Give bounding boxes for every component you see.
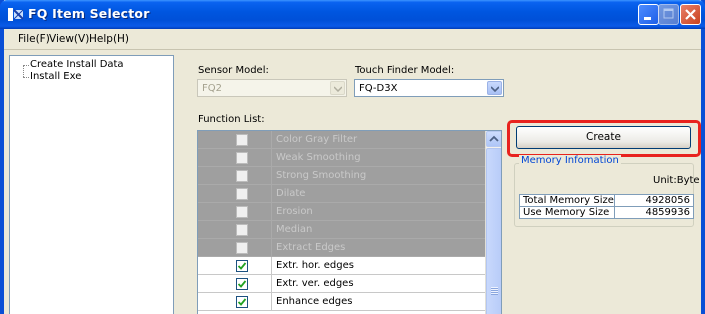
tree-connector (23, 65, 29, 66)
function-checkbox[interactable] (236, 260, 248, 272)
memory-info-title: Memory Infomation (519, 155, 621, 166)
function-row: Color Gray Filter (198, 131, 485, 149)
function-name: Erosion (276, 206, 313, 217)
touch-finder-model-value: FQ-D3X (359, 83, 398, 94)
dropdown-arrow-icon (330, 81, 345, 95)
menu-bar: File(F) View(V) Help(H) (4, 29, 701, 50)
function-checkbox-cell (198, 167, 272, 185)
function-row: Dilate (198, 185, 485, 203)
window-title: FQ Item Selector (28, 6, 150, 21)
function-checkbox (236, 152, 248, 164)
function-row: Strong Smoothing (198, 167, 485, 185)
function-checkbox[interactable] (236, 296, 248, 308)
title-bar[interactable]: FQ Item Selector (0, 0, 705, 29)
function-checkbox[interactable] (236, 278, 248, 290)
function-checkbox (236, 188, 248, 200)
function-checkbox-cell (198, 239, 272, 257)
function-name: Extr. hor. edges (276, 260, 354, 271)
function-name: Strong Smoothing (276, 170, 367, 181)
function-name: Dilate (276, 188, 306, 199)
create-button[interactable]: Create (516, 126, 691, 149)
function-row: Median (198, 221, 485, 239)
function-checkbox-cell (198, 149, 272, 167)
function-checkbox-cell (198, 257, 272, 275)
tree-connector (23, 65, 24, 77)
memory-table: Total Memory Size 4928056 Use Memory Siz… (519, 194, 694, 219)
function-checkbox (236, 206, 248, 218)
function-name: Median (276, 224, 313, 235)
function-name: Weak Smoothing (276, 152, 361, 163)
function-name: Extr. ver. edges (276, 278, 354, 289)
function-row: Extract Edges (198, 239, 485, 257)
navigation-tree: Create Install Data Install Exe (9, 55, 174, 314)
minimize-button[interactable] (638, 4, 659, 25)
tree-connector (23, 77, 29, 78)
tree-item-create-install-data[interactable]: Create Install Data (30, 59, 124, 70)
menu-file[interactable]: File(F) (18, 33, 50, 45)
sensor-model-value: FQ2 (202, 83, 222, 94)
function-checkbox-cell (198, 203, 272, 221)
use-memory-value: 4859936 (615, 206, 694, 219)
chevron-up-icon (489, 135, 499, 142)
close-button[interactable] (680, 4, 701, 25)
tree-item-install-exe[interactable]: Install Exe (30, 71, 81, 82)
function-checkbox (236, 134, 248, 146)
touch-finder-model-label: Touch Finder Model: (355, 65, 455, 76)
scroll-thumb[interactable] (486, 148, 501, 314)
touch-finder-model-select[interactable]: FQ-D3X (354, 79, 504, 97)
function-name: Enhance edges (276, 296, 353, 307)
function-checkbox-cell (198, 221, 272, 239)
function-name: Extract Edges (276, 242, 346, 253)
sensor-model-select[interactable]: FQ2 (197, 79, 347, 97)
menu-help[interactable]: Help(H) (89, 33, 129, 45)
memory-unit: Unit:Byte (653, 175, 700, 186)
function-checkbox-cell (198, 275, 272, 293)
scroll-grip (491, 287, 498, 295)
function-row: Weak Smoothing (198, 149, 485, 167)
function-checkbox-cell (198, 131, 272, 149)
checkmark-icon (237, 262, 247, 270)
memory-row-total: Total Memory Size 4928056 (519, 194, 694, 207)
function-checkbox (236, 170, 248, 182)
memory-row-use: Use Memory Size 4859936 (519, 206, 694, 219)
scroll-up-button[interactable] (486, 131, 501, 147)
checkmark-icon (237, 298, 247, 306)
minimize-icon (644, 17, 651, 20)
app-icon (8, 8, 24, 21)
sensor-model-label: Sensor Model: (198, 65, 269, 76)
maximize-button[interactable] (658, 4, 679, 25)
function-checkbox-cell (198, 293, 272, 311)
vertical-scrollbar[interactable] (485, 131, 501, 314)
close-icon (685, 9, 696, 20)
menu-view[interactable]: View(V) (49, 33, 89, 45)
function-list-label: Function List: (198, 114, 265, 125)
function-row: Erosion (198, 203, 485, 221)
maximize-icon (663, 8, 674, 19)
dropdown-arrow-icon[interactable] (487, 81, 502, 95)
checkmark-icon (237, 280, 247, 288)
function-checkbox-cell (198, 185, 272, 203)
function-row[interactable]: Enhance edges (198, 293, 485, 311)
function-checkbox (236, 242, 248, 254)
function-name: Color Gray Filter (276, 134, 358, 145)
function-list: Color Gray Filter Weak Smoothing Strong Sm… (197, 130, 502, 314)
use-memory-label: Use Memory Size (519, 206, 615, 219)
function-row[interactable]: Extr. ver. edges (198, 275, 485, 293)
function-checkbox (236, 224, 248, 236)
function-row[interactable]: Extr. hor. edges (198, 257, 485, 275)
